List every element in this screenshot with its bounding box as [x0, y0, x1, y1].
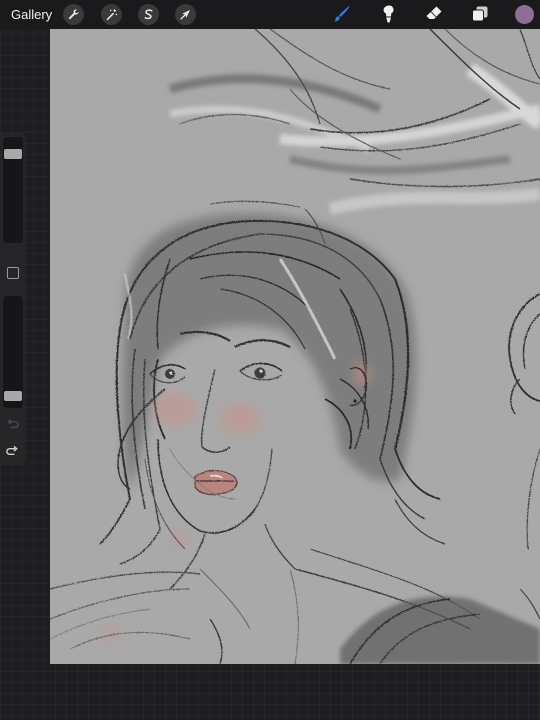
- procreate-app: Gallery: [0, 0, 540, 720]
- selection-icon[interactable]: [138, 4, 159, 25]
- brush-icon[interactable]: [331, 3, 353, 25]
- gallery-button[interactable]: Gallery: [11, 6, 52, 23]
- opacity-thumb[interactable]: [4, 391, 22, 401]
- eraser-icon[interactable]: [423, 3, 445, 25]
- opacity-slider[interactable]: [3, 296, 23, 408]
- smudge-icon[interactable]: [377, 3, 399, 25]
- modify-button[interactable]: [7, 267, 19, 279]
- undo-icon[interactable]: [5, 417, 20, 432]
- brush-size-slider[interactable]: [3, 137, 23, 243]
- transform-arrow-icon[interactable]: [175, 4, 196, 25]
- layers-icon[interactable]: [469, 3, 491, 25]
- sketch-artwork: [50, 29, 540, 664]
- color-swatch[interactable]: [515, 5, 534, 24]
- redo-icon[interactable]: [5, 444, 20, 459]
- brush-size-thumb[interactable]: [4, 149, 22, 159]
- left-sidebar: [0, 133, 26, 465]
- drawing-canvas[interactable]: [50, 29, 540, 664]
- magic-wand-icon[interactable]: [101, 4, 122, 25]
- wrench-icon[interactable]: [63, 4, 84, 25]
- top-toolbar: Gallery: [0, 0, 540, 29]
